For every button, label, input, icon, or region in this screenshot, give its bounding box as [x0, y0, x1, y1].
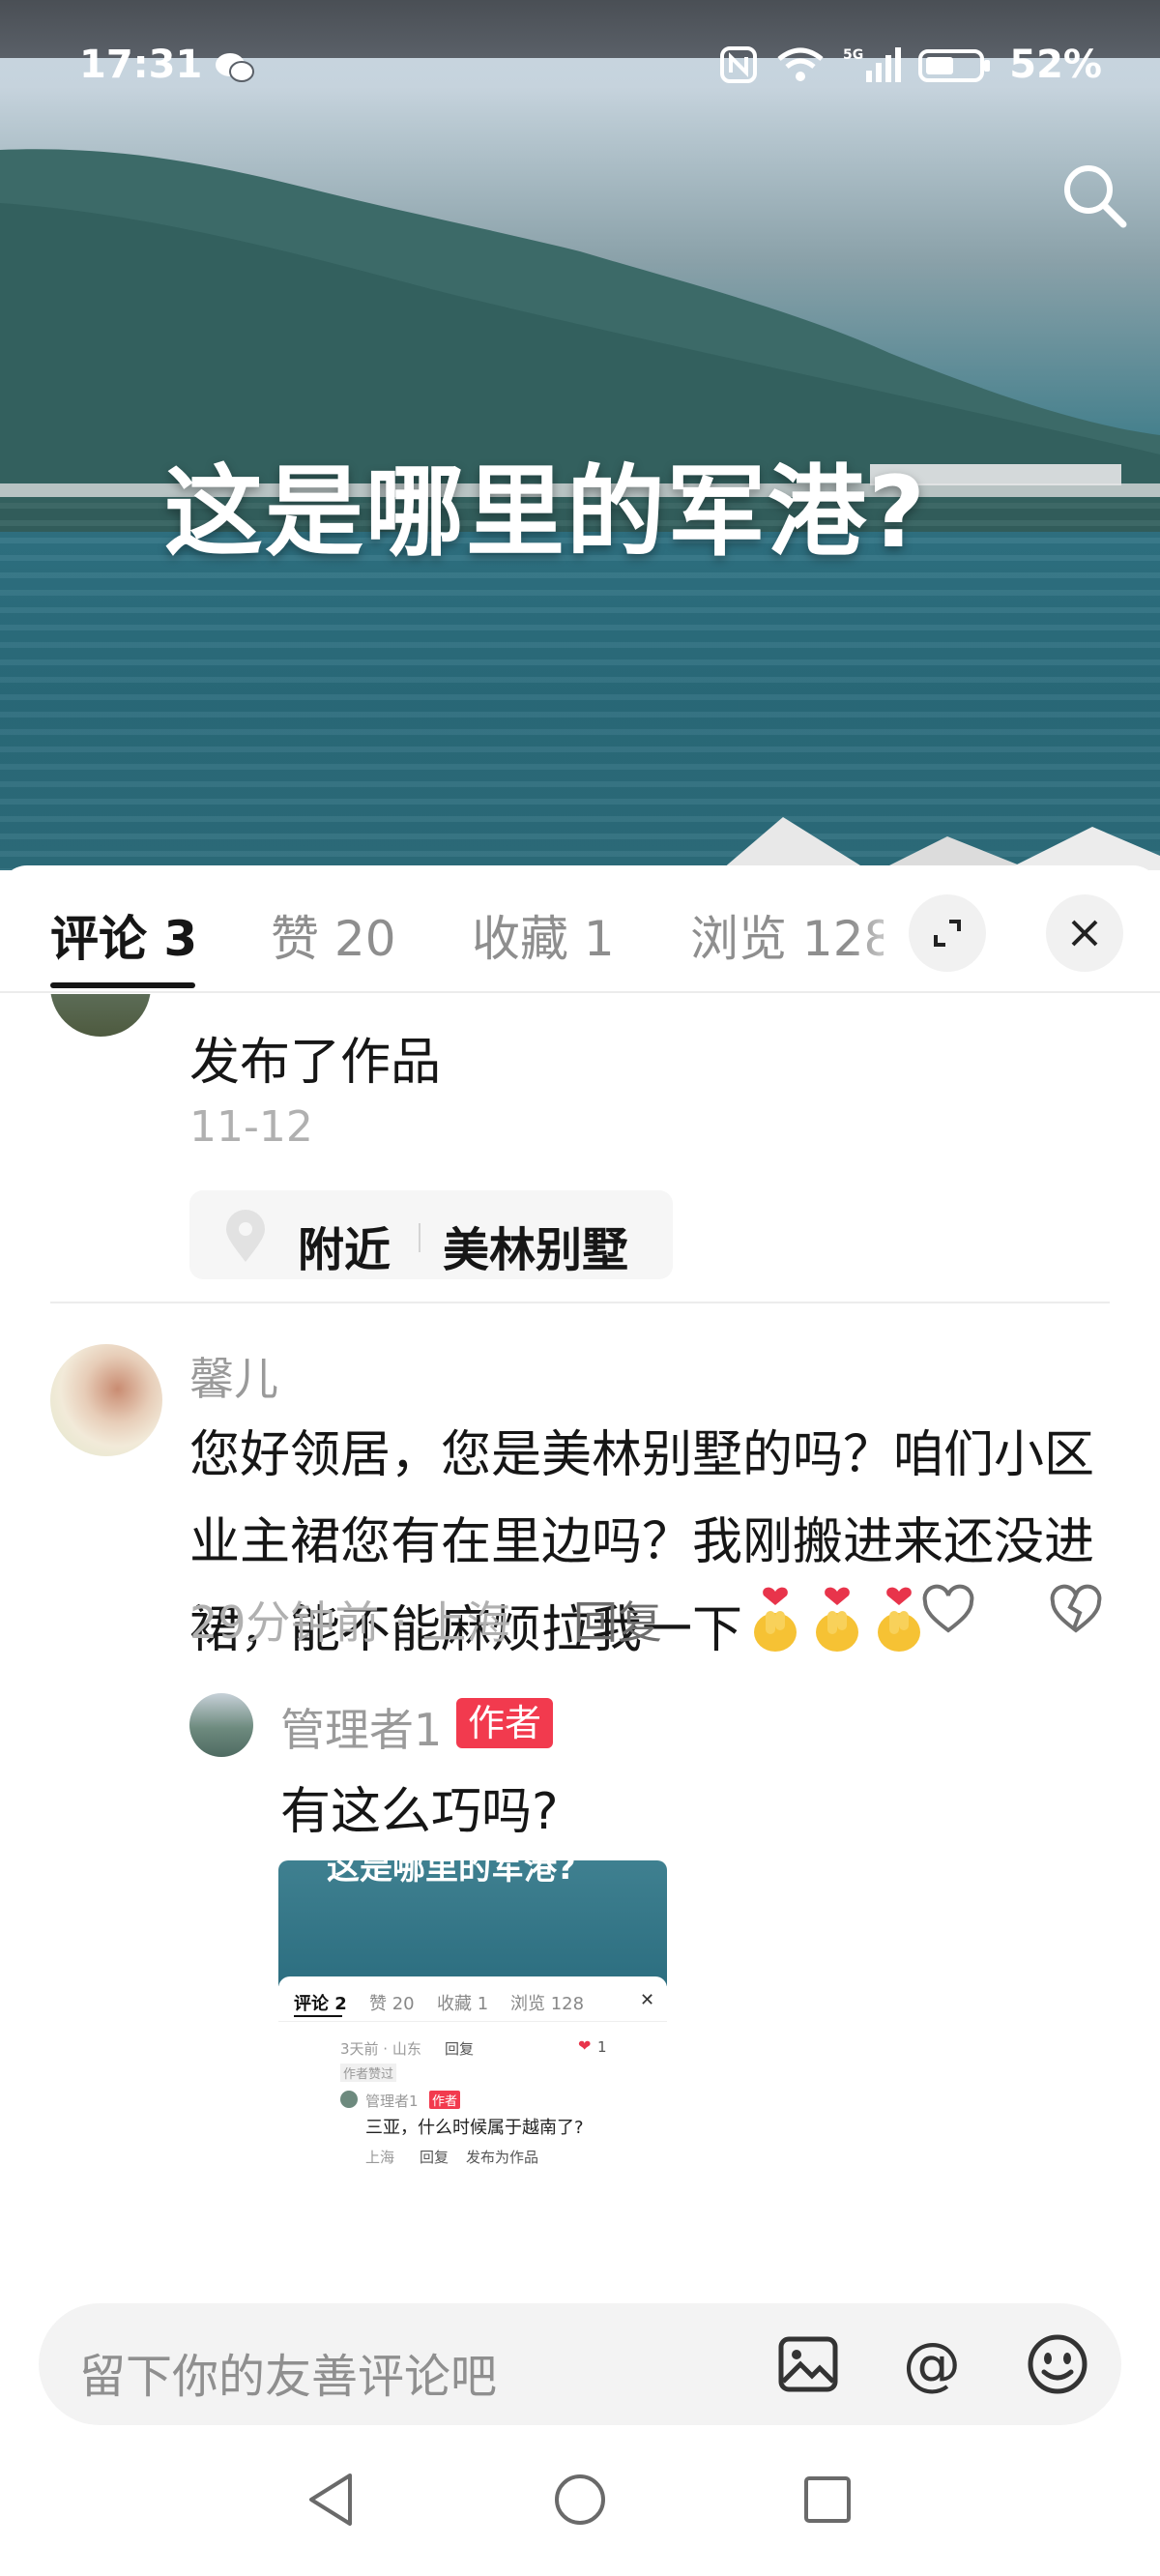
thumb-comment-card: 评论 2 赞 20 收藏 1 浏览 128 ✕ 3天前 · 山东 回复 ❤ 1 … — [278, 1976, 667, 2179]
tab-overflow-fade — [851, 865, 918, 986]
thumb-reply-badge: 作者 — [429, 2091, 461, 2109]
expand-icon — [934, 920, 961, 947]
nfc-icon — [720, 46, 758, 83]
reply-author-avatar[interactable] — [189, 1693, 253, 1757]
reply-image-thumbnail[interactable]: 这是哪里的军港? 评论 2 赞 20 收藏 1 浏览 128 ✕ 3天前 · 山… — [278, 1860, 667, 2179]
reply-author-name[interactable]: 管理者1 — [280, 1695, 442, 1759]
wechat-icon — [216, 53, 254, 82]
home-icon[interactable] — [549, 2466, 611, 2533]
author-badge: 作者 — [456, 1698, 554, 1748]
location-near: 附近 — [298, 1223, 392, 1277]
thumb-footer-publish: 发布为作品 — [466, 2149, 539, 2166]
search-icon[interactable] — [1056, 157, 1133, 234]
close-button[interactable] — [1046, 894, 1123, 972]
thumb-line1-reply: 回复 — [445, 2040, 475, 2058]
location-pin-icon — [226, 1210, 265, 1262]
reply-button[interactable]: 回复 — [573, 1588, 662, 1652]
thumb-video-bg: 这是哪里的军港? — [278, 1860, 667, 1986]
finger-heart-emoji-icon — [808, 1586, 866, 1681]
video-title: 这是哪里的军港? — [164, 455, 928, 571]
thumb-caption: 这是哪里的军港? — [327, 1860, 576, 1888]
signal-icon: 5G — [843, 47, 902, 82]
reply-text: 有这么巧吗? — [280, 1783, 559, 1841]
tab-favorites[interactable]: 收藏 1 — [472, 900, 615, 970]
close-icon — [1071, 920, 1098, 947]
wifi-icon — [777, 47, 824, 81]
battery-percent: 52% — [1009, 43, 1102, 87]
post-action: 发布了作品 — [189, 1034, 442, 1092]
panel-tabs: 评论 3 赞 20 收藏 1 浏览 128 — [0, 865, 1160, 993]
thumb-tab-favorites: 收藏 1 — [437, 1994, 489, 2014]
thumb-tab-comments: 评论 2 — [294, 1994, 347, 2014]
active-tab-indicator — [50, 982, 195, 988]
thumb-footer-location: 上海 — [365, 2149, 395, 2166]
recents-icon[interactable] — [798, 2466, 856, 2533]
svg-text:5G: 5G — [843, 47, 863, 63]
post-author-avatar[interactable] — [50, 994, 151, 1037]
image-picker-icon[interactable] — [775, 2331, 841, 2397]
battery-icon — [918, 49, 991, 82]
thumb-close-icon: ✕ — [640, 1990, 655, 2010]
thumb-reply-author: 管理者1 — [365, 2093, 419, 2110]
back-icon[interactable] — [302, 2466, 360, 2533]
divider — [50, 1302, 1110, 1303]
emoji-icon[interactable] — [1025, 2331, 1090, 2397]
comment-time-location: 29分钟前 · 上海 — [189, 1596, 511, 1649]
location-name: 美林别墅 — [443, 1223, 629, 1277]
commenter-name[interactable]: 馨儿 — [189, 1344, 278, 1408]
comment-panel: 评论 3 赞 20 收藏 1 浏览 128 发布了作品 11-12 附近 美林别… — [0, 865, 1160, 2576]
expand-button[interactable] — [909, 894, 986, 972]
post-date: 11-12 — [189, 1102, 313, 1152]
mention-icon[interactable]: @ — [899, 2331, 965, 2397]
comment-input-placeholder[interactable]: 留下你的友善评论吧 — [79, 2338, 497, 2406]
thumb-footer-reply: 回复 — [420, 2149, 450, 2166]
location-chip[interactable]: 附近 美林别墅 — [189, 1190, 673, 1279]
commenter-avatar[interactable] — [50, 1344, 162, 1456]
thumb-like-count: 1 — [597, 2038, 607, 2056]
comment-list[interactable]: 发布了作品 11-12 附近 美林别墅 馨儿 您好领居，您是美林别墅的吗？咱们小… — [0, 994, 1160, 2179]
breakwater-blocks — [720, 817, 1160, 870]
location-separator — [419, 1223, 420, 1252]
finger-heart-emoji-icon — [746, 1586, 804, 1681]
thumb-tab-likes: 赞 20 — [369, 1994, 415, 2014]
thumb-liked-by-author: 作者赞过 — [340, 2064, 397, 2082]
heart-icon[interactable] — [921, 1584, 975, 1638]
thumb-like-heart-icon: ❤ — [578, 2036, 592, 2055]
thumb-line1: 3天前 · 山东 — [340, 2040, 421, 2058]
comment-input-bar[interactable]: 留下你的友善评论吧 @ — [39, 2303, 1121, 2425]
tab-comments[interactable]: 评论 3 — [50, 900, 197, 970]
system-nav-bar — [0, 2446, 1160, 2576]
tab-likes[interactable]: 赞 20 — [271, 900, 396, 970]
status-right-group: 5G 52% — [719, 43, 1102, 87]
thumb-reply-text: 三亚，什么时候属于越南了? — [365, 2118, 584, 2138]
thumb-tab-views: 浏览 128 — [510, 1994, 585, 2014]
svg-text:@: @ — [903, 2331, 961, 2397]
status-time: 17:31 — [79, 43, 203, 87]
broken-heart-icon[interactable] — [1049, 1584, 1103, 1638]
finger-heart-emoji-icon — [870, 1586, 928, 1681]
